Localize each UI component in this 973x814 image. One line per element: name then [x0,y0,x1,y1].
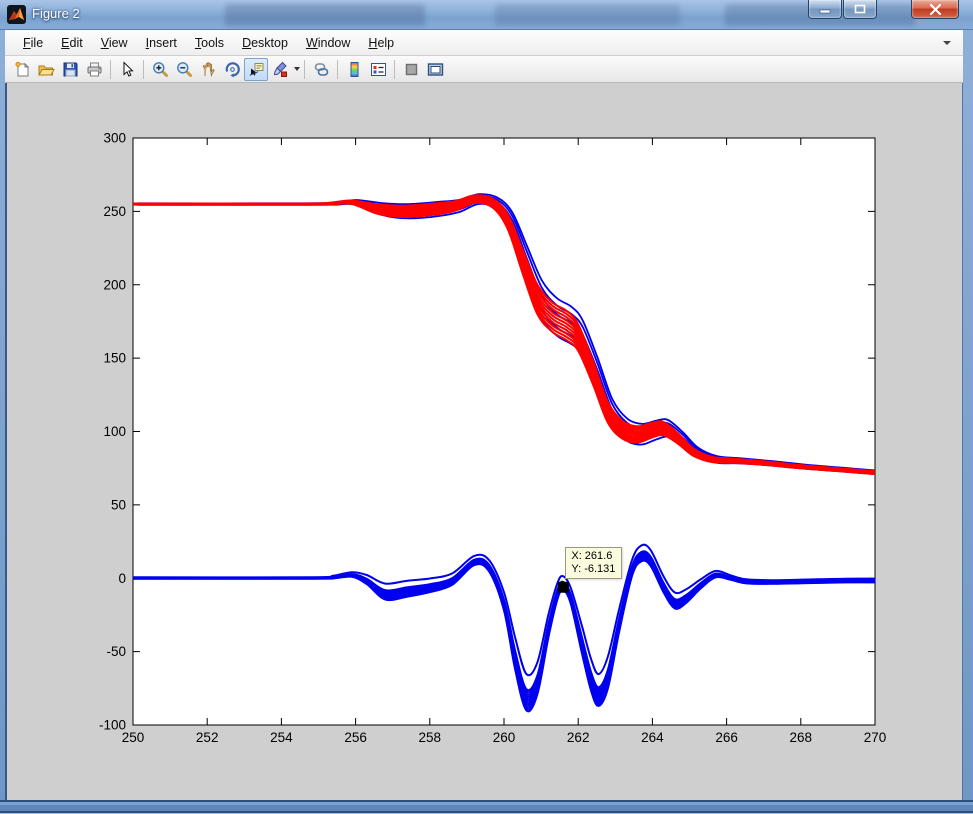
figure-toolbar [5,56,963,83]
printer-icon [86,61,103,78]
datatip-x-value: X: 261.6 [571,550,615,563]
toolbar-separator [394,60,395,79]
insert-colorbar-button[interactable] [342,58,366,81]
figure-client-area [5,30,963,800]
menu-file[interactable]: File [14,33,52,53]
brush-dropdown-caret-icon[interactable] [294,67,300,71]
show-plot-tools-icon [427,61,444,78]
matlab-icon [7,5,26,24]
hide-plot-tools-icon [403,61,420,78]
menu-insert[interactable]: Insert [137,33,186,53]
save-figure-button[interactable] [58,58,82,81]
data-cursor-button[interactable] [244,58,268,81]
insert-legend-button[interactable] [366,58,390,81]
title-bar[interactable]: Figure 2 [0,0,973,30]
toolbar-separator [143,60,144,79]
zoom-out-button[interactable] [172,58,196,81]
close-button[interactable] [911,0,959,19]
aero-glass-blur [495,4,680,26]
new-document-icon [14,61,31,78]
pan-hand-icon [200,61,217,78]
menu-tools[interactable]: Tools [186,33,233,53]
show-plot-tools-dock-button[interactable] [423,58,447,81]
hide-plot-tools-button[interactable] [399,58,423,81]
figure-window: Figure 2 File Edit View Insert Tools Des… [0,0,973,814]
new-figure-button[interactable] [10,58,34,81]
menubar-overflow-chevron-icon[interactable] [943,41,951,45]
data-cursor-icon [248,61,265,78]
rotate-3d-icon [224,61,241,78]
pointer-arrow-icon [119,61,136,78]
toolbar-separator [304,60,305,79]
colorbar-icon [346,61,363,78]
minimize-button[interactable] [808,0,842,19]
chain-link-icon [313,61,330,78]
zoom-in-icon [152,61,169,78]
menu-bar: File Edit View Insert Tools Desktop Wind… [5,30,963,56]
datatip-y-value: Y: -6.131 [571,563,615,576]
aero-glass-blur [225,4,425,26]
datatip-box[interactable]: X: 261.6 Y: -6.131 [565,547,622,579]
link-plot-button[interactable] [309,58,333,81]
legend-icon [370,61,387,78]
pan-button[interactable] [196,58,220,81]
window-frame-bottom [0,800,973,814]
rotate-3d-button[interactable] [220,58,244,81]
brush-icon [272,61,289,78]
menu-desktop[interactable]: Desktop [233,33,297,53]
menu-help[interactable]: Help [359,33,403,53]
brush-data-button[interactable] [268,58,292,81]
open-file-button[interactable] [34,58,58,81]
zoom-out-icon [176,61,193,78]
menu-edit[interactable]: Edit [52,33,92,53]
toolbar-separator [110,60,111,79]
print-figure-button[interactable] [82,58,106,81]
menu-window[interactable]: Window [297,33,359,53]
open-folder-icon [38,61,55,78]
maximize-button[interactable] [843,0,877,19]
window-title: Figure 2 [32,6,80,21]
save-floppy-icon [62,61,79,78]
edit-plot-button[interactable] [115,58,139,81]
toolbar-separator [337,60,338,79]
zoom-in-button[interactable] [148,58,172,81]
menu-view[interactable]: View [92,33,137,53]
